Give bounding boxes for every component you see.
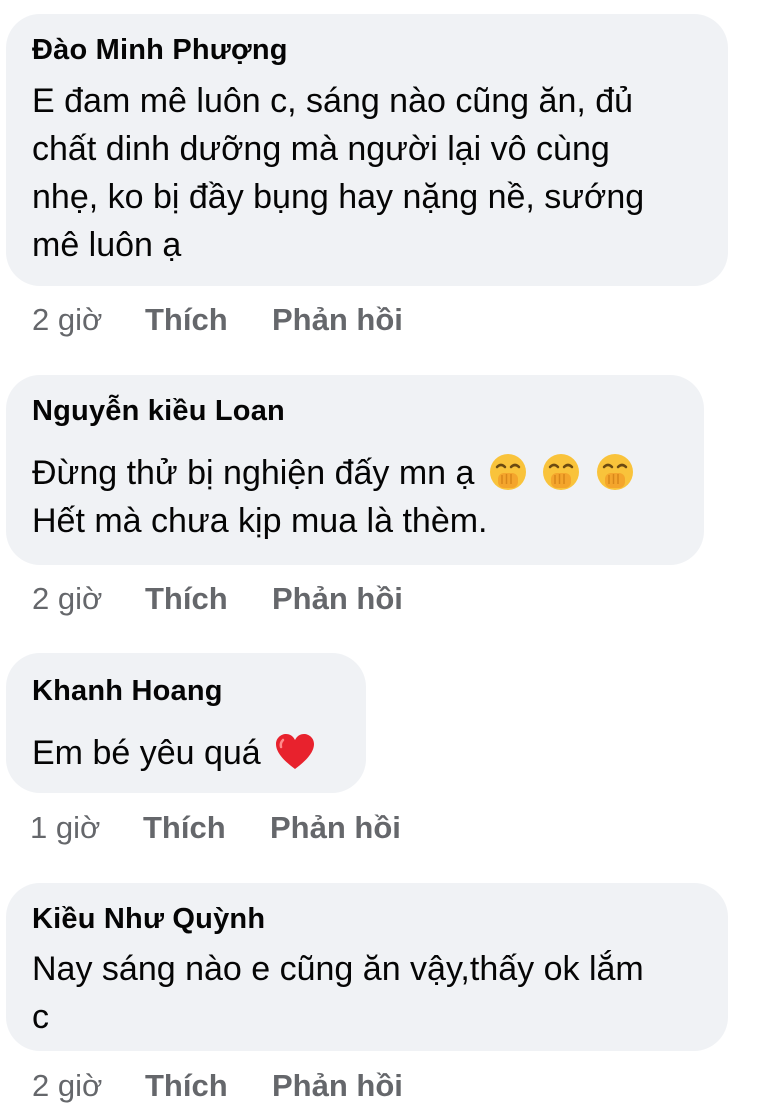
comment-bubble: Khanh Hoang Em bé yêu quá [6, 653, 366, 793]
comment-bubble: Nguyễn kiều Loan Đừng thử bị nghiện đấy … [6, 375, 704, 565]
reply-button[interactable]: Phản hồi [272, 1068, 403, 1104]
like-button[interactable]: Thích [145, 1068, 228, 1104]
comment-text-line: Đừng thử bị nghiện đấy mn ạ [32, 449, 635, 497]
reply-button[interactable]: Phản hồi [272, 581, 403, 617]
comment-text-line: Em bé yêu quá [32, 729, 316, 777]
comment-bubble: Đào Minh Phượng E đam mê luôn c, sáng nà… [6, 14, 728, 286]
face-with-hand-over-mouth-icon [489, 454, 526, 490]
comment-text-fragment: Em bé yêu quá [32, 734, 261, 772]
comment-text-line: Nay sáng nào e cũng ăn vậy,thấy ok lắm [32, 950, 644, 988]
comment-text: Nay sáng nào e cũng ăn vậy,thấy ok lắm c [32, 945, 644, 1041]
comment-timestamp[interactable]: 1 giờ [30, 810, 100, 846]
comment-timestamp[interactable]: 2 giờ [32, 1068, 102, 1104]
like-button[interactable]: Thích [145, 581, 228, 617]
reply-button[interactable]: Phản hồi [272, 302, 403, 338]
comment-text-line: nhẹ, ko bị đầy bụng hay nặng nề, sướng [32, 178, 645, 216]
comment-text-line: Hết mà chưa kịp mua là thèm. [32, 502, 488, 540]
comment-text: E đam mê luôn c, sáng nào cũng ăn, đủ ch… [32, 77, 644, 269]
comment-timestamp[interactable]: 2 giờ [32, 302, 102, 338]
comment-text-line: c [32, 998, 49, 1036]
comment-text: Đừng thử bị nghiện đấy mn ạ Hết mà chưa … [32, 449, 635, 545]
comment-timestamp[interactable]: 2 giờ [32, 581, 102, 617]
comment-text-line: E đam mê luôn c, sáng nào cũng ăn, đủ [32, 82, 634, 120]
face-with-hand-over-mouth-icon [596, 454, 633, 490]
comment-author[interactable]: Đào Minh Phượng [32, 34, 288, 67]
comment-text-line: mê luôn ạ [32, 226, 182, 264]
like-button[interactable]: Thích [145, 302, 228, 338]
red-heart-icon [276, 734, 315, 769]
comment-bubble: Kiều Như Quỳnh Nay sáng nào e cũng ăn vậ… [6, 883, 728, 1051]
comment-author[interactable]: Nguyễn kiều Loan [32, 395, 285, 428]
comment-author[interactable]: Khanh Hoang [32, 675, 223, 708]
comment-text-line: chất dinh dưỡng mà người lại vô cùng [32, 130, 610, 168]
comment-text-fragment: Đừng thử bị nghiện đấy mn ạ [32, 454, 475, 492]
face-with-hand-over-mouth-icon [543, 454, 580, 490]
reply-button[interactable]: Phản hồi [270, 810, 401, 846]
comment-author[interactable]: Kiều Như Quỳnh [32, 903, 265, 936]
like-button[interactable]: Thích [143, 810, 226, 846]
comment-text: Em bé yêu quá [32, 729, 316, 777]
